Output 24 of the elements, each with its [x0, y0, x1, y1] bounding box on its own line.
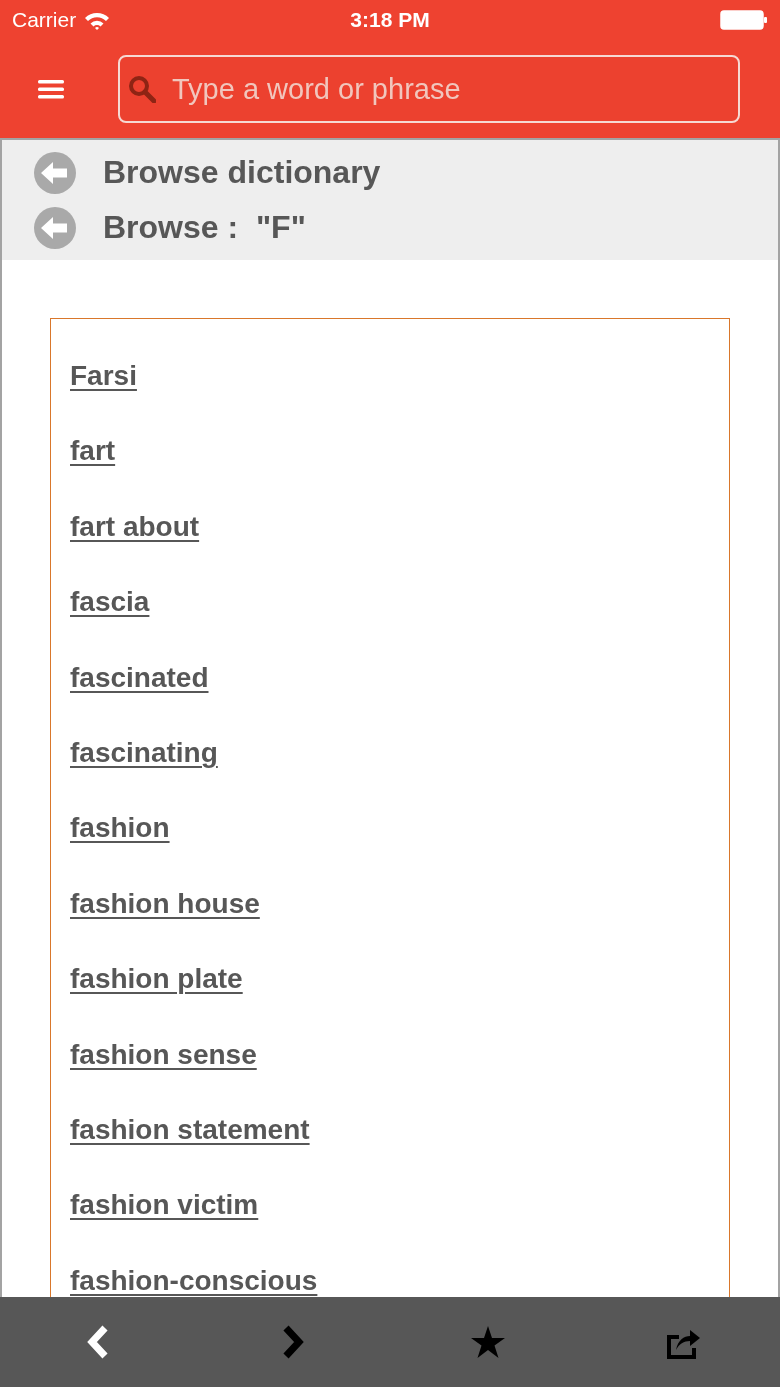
- chevron-left-icon: [85, 1325, 110, 1359]
- wifi-icon: [84, 10, 111, 30]
- word-link[interactable]: fascia: [70, 584, 150, 621]
- word-link[interactable]: Farsi: [70, 358, 137, 394]
- word-link[interactable]: fart: [70, 433, 116, 470]
- carrier-label: Carrier: [12, 8, 77, 32]
- search-field[interactable]: Type a word or phrase: [118, 55, 740, 123]
- time-label: 3:18 PM: [350, 8, 430, 32]
- word-link[interactable]: fashion house: [70, 885, 260, 922]
- word-link[interactable]: fashion statement: [70, 1111, 310, 1148]
- word-link[interactable]: fashion sense: [70, 1036, 257, 1073]
- word-link[interactable]: fascinating: [70, 734, 218, 771]
- word-link[interactable]: fashion-conscious: [70, 1262, 318, 1297]
- breadcrumb-link[interactable]: Browse : "F": [2, 200, 306, 255]
- word-link[interactable]: fashion plate: [70, 961, 243, 998]
- breadcrumb-link[interactable]: Browse dictionary: [2, 145, 381, 200]
- star-icon: [470, 1326, 505, 1358]
- word-link[interactable]: fascinated: [70, 659, 209, 696]
- word-link[interactable]: fashion: [70, 810, 170, 847]
- battery-icon: [720, 10, 768, 30]
- word-link[interactable]: fashion victim: [70, 1187, 259, 1224]
- search-icon: [128, 75, 156, 103]
- menu-icon: [38, 79, 64, 99]
- word-link[interactable]: fart about: [70, 508, 200, 545]
